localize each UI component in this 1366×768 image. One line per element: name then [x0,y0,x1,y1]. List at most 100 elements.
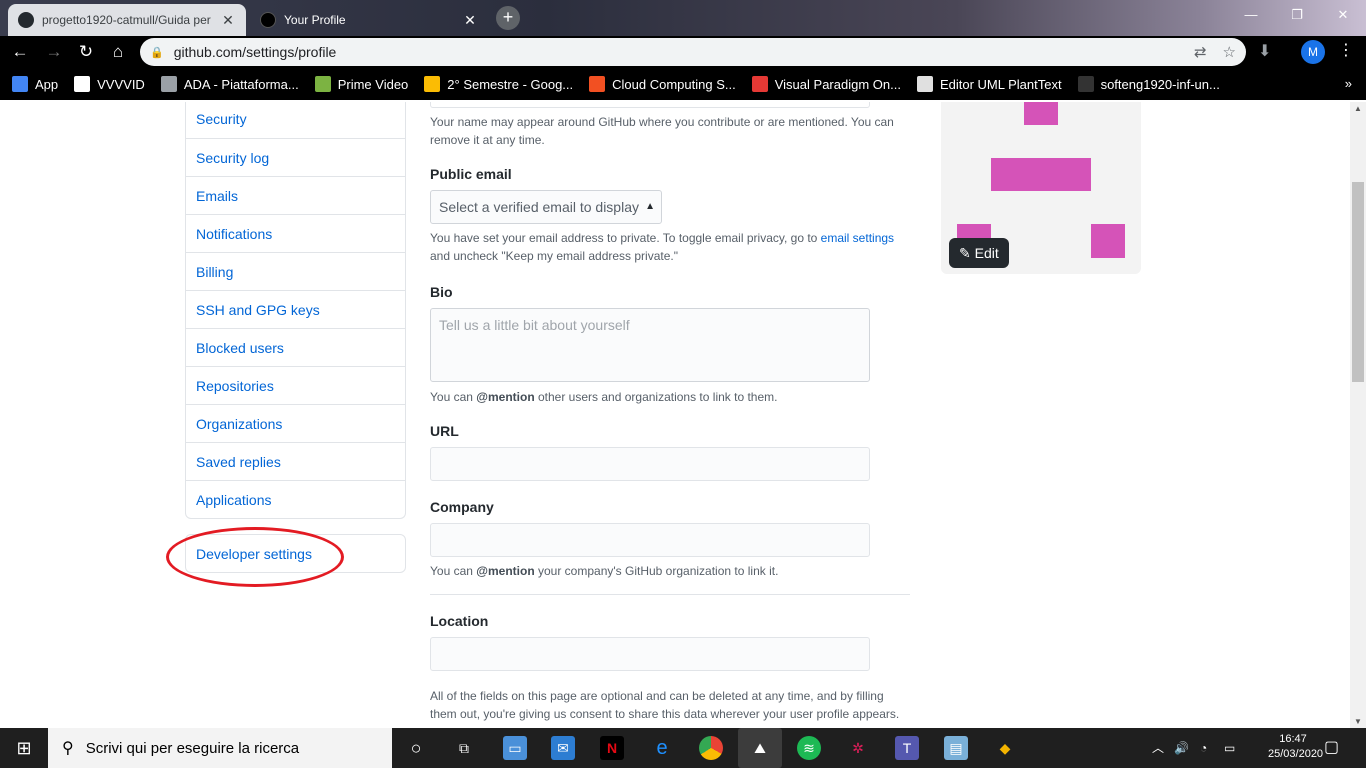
tab-strip: progetto1920-catmull/Guida per ✕ Your Pr… [0,0,1366,36]
developer-settings-link[interactable]: Developer settings [185,534,406,573]
clock-time: 16:47 [1279,733,1307,745]
sidebar-item-ssh-and-gpg-keys[interactable]: SSH and GPG keys [186,290,405,328]
tab-title: Your Profile [284,13,346,27]
edit-avatar-button[interactable]: ✎ Edit [949,238,1009,268]
clock-date: 25/03/2020 [1268,748,1324,760]
task-view-icon[interactable]: ⧉ [452,736,476,760]
bookmark-label: 2° Semestre - Goog... [447,76,574,92]
bookmark-item[interactable]: App [12,76,58,92]
page-scrollbar[interactable]: ▲ ▼ [1350,102,1366,728]
volume-icon[interactable]: 🔊 [1174,728,1189,768]
mention-text: @mention [476,390,535,404]
email-note-text-2: and uncheck "Keep my email address priva… [430,249,678,263]
bookmark-item[interactable]: Visual Paradigm On... [751,76,901,92]
scroll-down-icon[interactable]: ▼ [1354,717,1362,726]
keyboard-icon[interactable]: ▭ [1224,728,1235,768]
sidebar-item-security-log[interactable]: Security log [186,138,405,176]
new-tab-button[interactable]: + [496,6,520,30]
back-icon[interactable]: ← [8,40,32,64]
settings-menu: Security Security log Emails Notifications B… [185,102,406,519]
close-window-icon[interactable]: ✕ [1320,0,1366,30]
bookmark-item[interactable]: Prime Video [314,76,409,92]
identicon-block [1024,102,1058,125]
sidebar-item-notifications[interactable]: Notifications [186,214,405,252]
bookmark-item[interactable]: 2° Semestre - Goog... [424,76,573,92]
scroll-thumb[interactable] [1352,182,1364,382]
taskbar-search-placeholder: Scrivi qui per eseguire la ricerca [85,739,300,757]
file-explorer-icon[interactable]: ▭ [503,736,527,760]
sidebar-item-emails[interactable]: Emails [186,176,405,214]
bookmark-favicon-icon [589,76,606,92]
slack-icon[interactable]: ✲ [846,736,870,760]
notepad-icon[interactable]: ▤ [944,736,968,760]
bookmark-label: App [35,76,59,92]
bookmark-label: Prime Video [337,76,409,92]
public-email-select[interactable]: Select a verified email to display ▲ [430,190,662,224]
sidebar-item-security[interactable]: Security [186,102,405,138]
bookmark-favicon-icon [1077,76,1094,92]
public-email-select-value: Select a verified email to display [439,199,639,215]
bookmark-label: Cloud Computing S... [612,76,736,92]
search-icon: ⚲ [62,740,74,757]
bookmark-favicon-icon [314,76,331,92]
bookmark-item[interactable]: Cloud Computing S... [589,76,736,92]
taskbar-clock[interactable]: 16:47 25/03/2020 [1268,732,1324,762]
taskbar-search[interactable]: ⚲ Scrivi qui per eseguire la ricerca [48,728,392,768]
sidebar-item-applications[interactable]: Applications [186,480,405,518]
tray-chevron-icon[interactable]: ︿ [1152,728,1164,768]
public-email-label: Public email [430,166,512,182]
bookmark-favicon-icon [424,76,441,92]
profile-avatar[interactable]: M [1301,40,1325,64]
sidebar-item-blocked-users[interactable]: Blocked users [186,328,405,366]
gitkraken-icon[interactable]: ◆ [993,736,1017,760]
bookmark-favicon-icon [74,76,91,92]
notifications-icon[interactable]: ▢ [1324,728,1339,768]
spotify-icon[interactable]: ≋ [797,736,821,760]
active-app-icon[interactable]: ⛰ [738,728,782,768]
maximize-icon[interactable]: ❐ [1274,0,1320,30]
home-icon[interactable]: ⌂ [106,40,130,64]
divider [430,594,910,595]
minimize-icon[interactable]: — [1228,0,1274,30]
download-icon[interactable]: ⬇ [1258,41,1271,61]
sidebar-item-organizations[interactable]: Organizations [186,404,405,442]
bio-textarea[interactable]: Tell us a little bit about yourself [430,308,870,382]
name-input[interactable] [430,102,870,108]
star-icon[interactable]: ☆ [1223,43,1236,61]
location-input[interactable] [430,637,870,671]
netflix-icon[interactable]: N [600,736,624,760]
chrome-icon[interactable] [699,736,723,760]
bookmark-item[interactable]: VVVVID [74,76,145,92]
translate-icon[interactable]: ⇄ [1194,43,1207,61]
sidebar-item-repositories[interactable]: Repositories [186,366,405,404]
scroll-up-icon[interactable]: ▲ [1354,104,1362,113]
reload-icon[interactable]: ↻ [74,40,98,64]
teams-icon[interactable]: T [895,736,919,760]
edge-icon[interactable]: e [650,736,674,760]
tab-your-profile[interactable]: Your Profile ✕ [250,4,488,36]
address-bar[interactable]: 🔒 github.com/settings/profile ⇄ ☆ [140,38,1246,66]
bookmark-item[interactable]: ADA - Piattaforma... [160,76,299,92]
bio-label: Bio [430,284,453,300]
bookmarks-overflow-icon[interactable]: » [1345,76,1352,91]
close-tab-icon[interactable]: ✕ [462,12,478,29]
close-tab-icon[interactable]: ✕ [220,12,236,29]
bookmark-favicon-icon [751,76,768,92]
bookmark-item[interactable]: softeng1920-inf-un... [1077,76,1220,92]
email-note: You have set your email address to priva… [430,229,910,265]
cortana-icon[interactable]: ○ [404,736,428,760]
identicon-block [991,158,1091,191]
sidebar-item-billing[interactable]: Billing [186,252,405,290]
company-input[interactable] [430,523,870,557]
bookmark-item[interactable]: Editor UML PlantText [916,76,1062,92]
sidebar-item-saved-replies[interactable]: Saved replies [186,442,405,480]
mail-icon[interactable]: ✉ [551,736,575,760]
menu-icon[interactable]: ⋮ [1338,40,1354,60]
company-label: Company [430,499,494,515]
url-input[interactable] [430,447,870,481]
forward-icon[interactable]: → [42,40,66,64]
tab-guida[interactable]: progetto1920-catmull/Guida per ✕ [8,4,246,36]
wifi-icon[interactable]: ◔ [1200,728,1207,768]
windows-start-icon[interactable]: ⊞ [0,728,48,768]
email-settings-link[interactable]: email settings [821,231,894,245]
